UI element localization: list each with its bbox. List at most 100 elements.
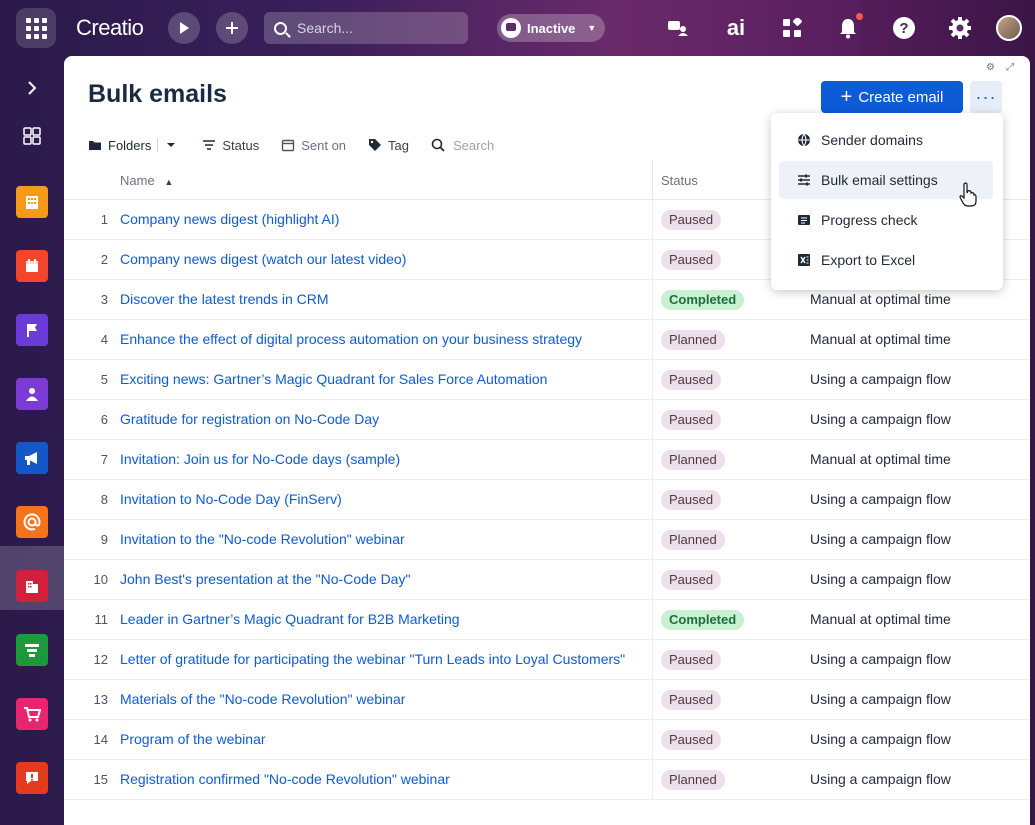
plus-icon: +	[840, 86, 853, 108]
status-badge: Planned	[661, 530, 725, 550]
row-number: 2	[100, 252, 108, 267]
help-button[interactable]: ?	[890, 14, 918, 42]
email-name-link[interactable]: Company news digest (highlight AI)	[120, 211, 339, 227]
nav-campaigns[interactable]	[16, 442, 48, 474]
column-status-header[interactable]: Status	[661, 173, 698, 188]
chat-user-icon	[668, 21, 688, 36]
table-body: 1 Company news digest (highlight AI) Pause…	[64, 200, 1030, 800]
email-name-link[interactable]: Discover the latest trends in CRM	[120, 291, 329, 307]
apps-button[interactable]	[778, 14, 806, 42]
tag-filter[interactable]: Tag	[368, 138, 409, 153]
nav-bulk-emails[interactable]	[16, 506, 48, 538]
column-divider	[652, 560, 653, 600]
list-search-input[interactable]: Search	[431, 138, 494, 153]
creatio-logo: Creatio	[76, 15, 144, 40]
nav-contacts[interactable]	[16, 378, 48, 410]
table-row[interactable]: 9 Invitation to the "No-code Revolution" …	[64, 520, 1030, 560]
send-type: Using a campaign flow	[810, 531, 951, 547]
email-name-link[interactable]: Invitation to the "No-code Revolution" w…	[120, 531, 405, 547]
column-name-header[interactable]: Name ▲	[120, 173, 173, 188]
row-number: 12	[93, 652, 108, 667]
nav-cases[interactable]	[16, 762, 48, 794]
status-badge: Paused	[661, 490, 722, 510]
column-divider[interactable]	[652, 160, 653, 200]
column-divider	[652, 720, 653, 760]
status-filter[interactable]: Status	[202, 138, 259, 153]
calendar-icon	[282, 139, 295, 152]
email-name-link[interactable]: Enhance the effect of digital process au…	[120, 331, 582, 347]
table-row[interactable]: 5 Exciting news: Gartner’s Magic Quadrant…	[64, 360, 1030, 400]
small-gear-icon[interactable]: ⚙	[986, 62, 995, 73]
nav-flag[interactable]	[16, 314, 48, 346]
expand-nav-button[interactable]	[16, 72, 48, 104]
table-row[interactable]: 15 Registration confirmed "No-code Revolu…	[64, 760, 1030, 800]
email-name-link[interactable]: Invitation: Join us for No-Code days (sa…	[120, 451, 400, 467]
table-row[interactable]: 10 John Best's presentation at the "No-Co…	[64, 560, 1030, 600]
menu-item-sender-domains[interactable]: Sender domains	[779, 121, 993, 159]
table-row[interactable]: 7 Invitation: Join us for No-Code days (s…	[64, 440, 1030, 480]
row-number: 5	[100, 372, 108, 387]
user-avatar[interactable]	[996, 15, 1022, 41]
email-name-link[interactable]: Program of the webinar	[120, 731, 266, 747]
row-number: 7	[100, 452, 108, 467]
email-name-link[interactable]: John Best's presentation at the "No-Code…	[120, 571, 410, 587]
table-row[interactable]: 12 Letter of gratitude for participating …	[64, 640, 1030, 680]
column-divider	[652, 280, 653, 320]
email-name-link[interactable]: Leader in Gartner’s Magic Quadrant for B…	[120, 611, 460, 627]
column-name-label: Name	[120, 173, 155, 188]
sent-on-filter[interactable]: Sent on	[281, 138, 346, 153]
row-number: 13	[93, 692, 108, 707]
app-launcher-button[interactable]	[16, 8, 56, 48]
status-badge: Paused	[661, 690, 722, 710]
email-name-link[interactable]: Letter of gratitude for participating th…	[120, 651, 625, 667]
chevron-down-icon[interactable]	[166, 141, 176, 149]
expand-icon[interactable]: ⤢	[1006, 62, 1014, 73]
table-row[interactable]: 6 Gratitude for registration on No-Code D…	[64, 400, 1030, 440]
send-type: Manual at optimal time	[810, 331, 951, 347]
nav-calendar[interactable]	[16, 250, 48, 282]
global-search-input[interactable]: Search...	[264, 12, 468, 44]
status-badge: Paused	[661, 650, 722, 670]
email-name-link[interactable]: Materials of the "No-code Revolution" we…	[120, 691, 405, 707]
settings-button[interactable]	[946, 14, 974, 42]
ai-button[interactable]: ai	[722, 14, 750, 42]
send-type: Using a campaign flow	[810, 571, 951, 587]
folders-button[interactable]: Folders	[88, 138, 151, 153]
email-name-link[interactable]: Invitation to No-Code Day (FinServ)	[120, 491, 342, 507]
nav-dashboards[interactable]	[16, 120, 48, 152]
left-navigation	[0, 56, 64, 825]
menu-item-export-to-excel[interactable]: Export to Excel	[779, 241, 993, 279]
nav-building[interactable]	[16, 186, 48, 218]
play-icon	[180, 22, 189, 34]
row-number: 1	[100, 212, 108, 227]
nav-orders[interactable]	[16, 698, 48, 730]
table-row[interactable]: 14 Program of the webinar Paused Using a ca…	[64, 720, 1030, 760]
table-row[interactable]: 8 Invitation to No-Code Day (FinServ) Paus…	[64, 480, 1030, 520]
send-type: Using a campaign flow	[810, 771, 951, 787]
status-filter-label: Status	[222, 137, 260, 153]
status-dropdown[interactable]: Inactive ▼	[497, 14, 605, 42]
run-process-button[interactable]	[168, 12, 200, 44]
row-number: 3	[100, 292, 108, 307]
add-button[interactable]	[216, 12, 248, 44]
table-row[interactable]: 13 Materials of the "No-code Revolution" …	[64, 680, 1030, 720]
tag-filter-label: Tag	[388, 137, 410, 153]
search-icon	[431, 138, 445, 152]
table-row[interactable]: 4 Enhance the effect of digital process a…	[64, 320, 1030, 360]
more-actions-button[interactable]: ···	[970, 81, 1002, 113]
chat-icon	[501, 18, 521, 38]
column-divider	[652, 440, 653, 480]
send-type: Using a campaign flow	[810, 371, 951, 387]
nav-leads[interactable]	[16, 634, 48, 666]
email-name-link[interactable]: Exciting news: Gartner’s Magic Quadrant …	[120, 371, 547, 387]
email-name-link[interactable]: Registration confirmed "No-code Revoluti…	[120, 771, 450, 787]
create-email-button[interactable]: + Create email	[821, 81, 963, 113]
email-name-link[interactable]: Gratitude for registration on No-Code Da…	[120, 411, 379, 427]
sent-on-filter-label: Sent on	[301, 137, 347, 153]
table-row[interactable]: 11 Leader in Gartner’s Magic Quadrant for…	[64, 600, 1030, 640]
menu-item-label: Sender domains	[821, 132, 923, 148]
status-badge: Paused	[661, 730, 722, 750]
communication-panel-button[interactable]	[664, 14, 692, 42]
email-name-link[interactable]: Company news digest (watch our latest vi…	[120, 251, 406, 267]
nav-accounts[interactable]	[16, 570, 48, 602]
